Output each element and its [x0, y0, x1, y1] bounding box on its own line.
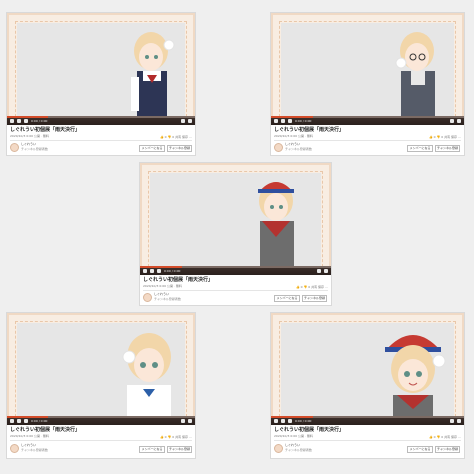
join-button[interactable]: メンバーになる	[407, 446, 433, 453]
video-card-5[interactable]: 0:00 / 0:00 しぐれうい初個展「雨天決行」 2020/10/3 0:0…	[271, 313, 464, 458]
time-display: 0:00 / 0:00	[295, 418, 312, 423]
volume-icon[interactable]	[24, 119, 28, 123]
video-frame	[7, 13, 195, 125]
video-title: しぐれうい初個展「雨天決行」	[274, 127, 345, 133]
time-display: 0:00 / 0:00	[164, 268, 181, 273]
next-icon[interactable]	[17, 119, 21, 123]
next-icon[interactable]	[17, 419, 21, 423]
subscribe-button[interactable]: チャンネル登録	[302, 295, 327, 302]
subscribe-button[interactable]: チャンネル登録	[435, 446, 460, 453]
play-icon[interactable]	[10, 419, 14, 423]
avatar[interactable]	[143, 293, 152, 302]
player-controls[interactable]: 0:00 / 0:00	[271, 417, 464, 425]
channel-sub: チャンネル登録者数	[285, 147, 312, 151]
settings-icon[interactable]	[181, 119, 185, 123]
progress-bar[interactable]	[7, 116, 195, 118]
video-card-3[interactable]: 0:00 / 0:00 しぐれうい初個展「雨天決行」 2020/10/3 0:0…	[140, 163, 331, 305]
time-display: 0:00 / 0:00	[31, 118, 48, 123]
fullscreen-icon[interactable]	[457, 119, 461, 123]
volume-icon[interactable]	[157, 269, 161, 273]
avatar[interactable]	[274, 143, 283, 152]
player-controls[interactable]: 0:00 / 0:00	[7, 417, 195, 425]
channel-sub: チャンネル登録者数	[285, 448, 312, 452]
fullscreen-icon[interactable]	[457, 419, 461, 423]
subscribe-button[interactable]: チャンネル登録	[167, 145, 192, 152]
volume-icon[interactable]	[24, 419, 28, 423]
player-controls[interactable]: 0:00 / 0:00	[140, 267, 331, 275]
video-stats[interactable]: 👍 0 👎 0 共有 保存 …	[429, 135, 461, 139]
video-card-4[interactable]: 0:00 / 0:00 しぐれうい初個展「雨天決行」 2020/10/3 0:0…	[7, 313, 195, 458]
video-card-1[interactable]: 0:00 / 0:00 しぐれうい初個展「雨天決行」 2020/10/3 0:0…	[7, 13, 195, 155]
video-stats[interactable]: 👍 0 👎 0 共有 保存 …	[160, 135, 192, 139]
channel-sub: チャンネル登録者数	[21, 147, 48, 151]
video-stats[interactable]: 👍 0 👎 0 共有 保存 …	[429, 435, 461, 439]
next-icon[interactable]	[281, 119, 285, 123]
volume-icon[interactable]	[288, 119, 292, 123]
join-button[interactable]: メンバーになる	[139, 446, 165, 453]
avatar[interactable]	[10, 444, 19, 453]
progress-bar[interactable]	[271, 116, 464, 118]
video-frame	[7, 313, 195, 425]
join-button[interactable]: メンバーになる	[274, 295, 300, 302]
avatar[interactable]	[10, 143, 19, 152]
video-frame	[140, 163, 331, 275]
fullscreen-icon[interactable]	[188, 419, 192, 423]
character-illustration	[131, 32, 175, 122]
play-icon[interactable]	[10, 119, 14, 123]
character-illustration	[395, 32, 435, 122]
play-icon[interactable]	[274, 419, 278, 423]
subscribe-button[interactable]: チャンネル登録	[435, 145, 460, 152]
character-illustration	[258, 182, 294, 272]
video-title: しぐれうい初個展「雨天決行」	[10, 427, 81, 433]
fullscreen-icon[interactable]	[188, 119, 192, 123]
avatar[interactable]	[274, 444, 283, 453]
video-title: しぐれうい初個展「雨天決行」	[274, 427, 345, 433]
progress-bar[interactable]	[271, 416, 464, 418]
next-icon[interactable]	[150, 269, 154, 273]
video-card-2[interactable]: 0:00 / 0:00 しぐれうい初個展「雨天決行」 2020/10/3 0:0…	[271, 13, 464, 155]
channel-sub: チャンネル登録者数	[154, 297, 181, 301]
time-display: 0:00 / 0:00	[31, 418, 48, 423]
fullscreen-icon[interactable]	[324, 269, 328, 273]
play-icon[interactable]	[274, 119, 278, 123]
settings-icon[interactable]	[450, 419, 454, 423]
video-stats[interactable]: 👍 0 👎 0 共有 保存 …	[296, 285, 328, 289]
join-button[interactable]: メンバーになる	[407, 145, 433, 152]
settings-icon[interactable]	[317, 269, 321, 273]
video-frame	[271, 313, 464, 425]
time-display: 0:00 / 0:00	[295, 118, 312, 123]
video-title: しぐれうい初個展「雨天決行」	[10, 127, 81, 133]
video-frame	[271, 13, 464, 125]
video-title: しぐれうい初個展「雨天決行」	[143, 277, 214, 283]
join-button[interactable]: メンバーになる	[139, 145, 165, 152]
settings-icon[interactable]	[450, 119, 454, 123]
volume-icon[interactable]	[288, 419, 292, 423]
player-controls[interactable]: 0:00 / 0:00	[7, 117, 195, 125]
player-controls[interactable]: 0:00 / 0:00	[271, 117, 464, 125]
settings-icon[interactable]	[181, 419, 185, 423]
character-illustration	[122, 333, 171, 422]
next-icon[interactable]	[281, 419, 285, 423]
character-illustration	[385, 335, 446, 422]
subscribe-button[interactable]: チャンネル登録	[167, 446, 192, 453]
video-stats[interactable]: 👍 0 👎 0 共有 保存 …	[160, 435, 192, 439]
channel-sub: チャンネル登録者数	[21, 448, 48, 452]
progress-bar[interactable]	[140, 266, 331, 268]
progress-bar[interactable]	[7, 416, 195, 418]
play-icon[interactable]	[143, 269, 147, 273]
